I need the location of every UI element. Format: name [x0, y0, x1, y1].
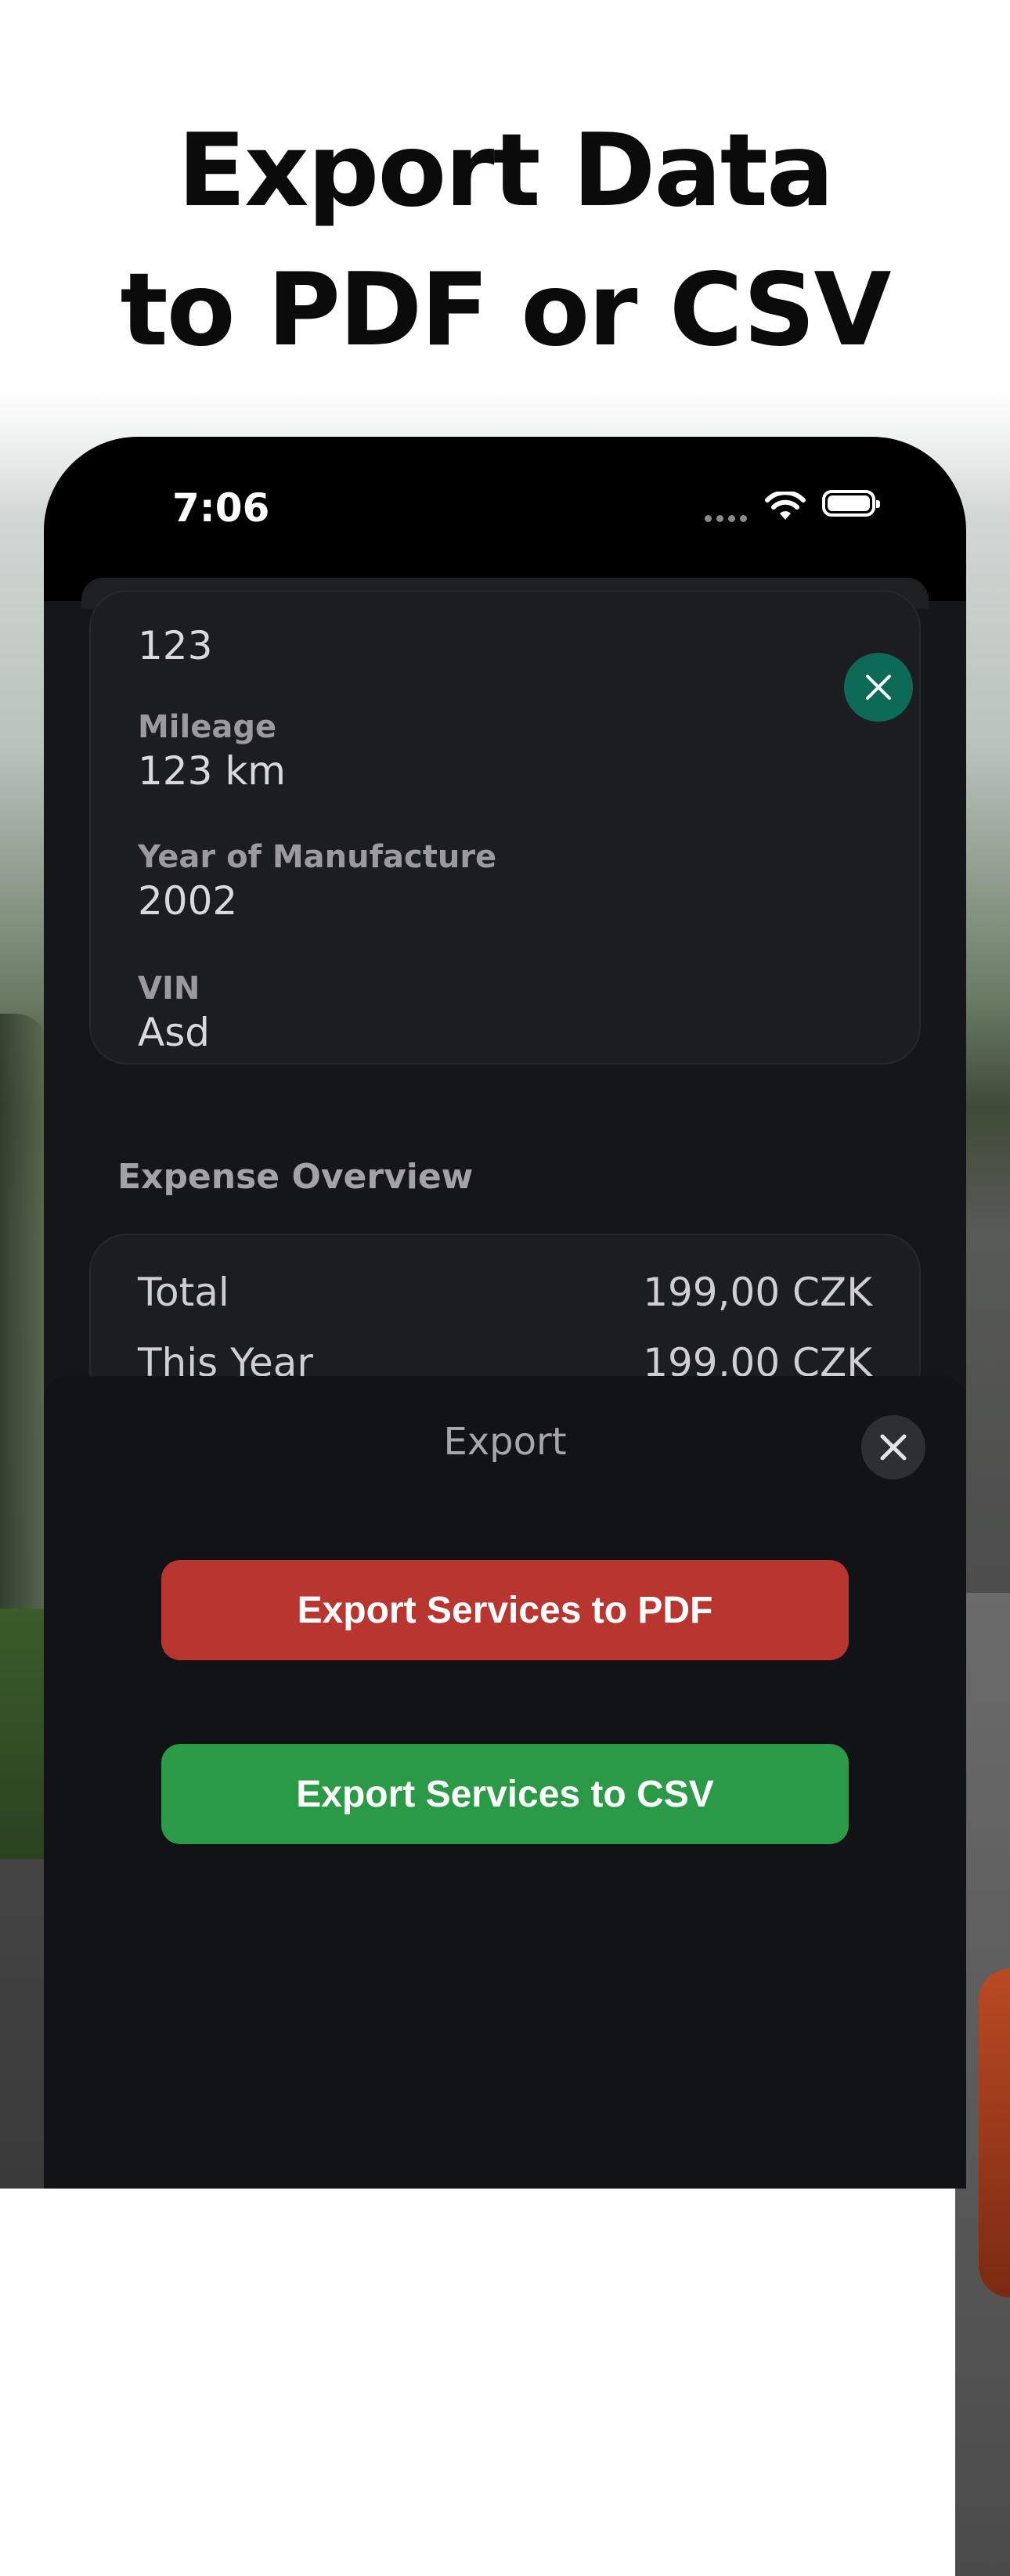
vehicle-details-card: 123 Mileage 123 km Year of Manufacture 2… [89, 590, 921, 1065]
export-sheet-title: Export [443, 1420, 567, 1464]
cellular-dots-icon [705, 515, 747, 522]
export-csv-button[interactable]: Export Services to CSV [161, 1744, 849, 1844]
status-time: 7:06 [172, 485, 270, 531]
export-pdf-button[interactable]: Export Services to PDF [161, 1560, 849, 1660]
expense-label: Total [138, 1270, 229, 1315]
field-mileage: Mileage 123 km [138, 709, 286, 794]
field-label: Mileage [138, 709, 277, 745]
close-icon [880, 1434, 907, 1461]
field-vin: VIN Asd [138, 971, 210, 1055]
headline-line-2: to PDF or CSV [120, 252, 892, 369]
close-icon [866, 675, 891, 700]
close-details-button[interactable] [844, 653, 913, 722]
field-label: VIN [138, 971, 200, 1007]
battery-icon [822, 490, 880, 517]
field-label: Year of Manufacture [138, 839, 497, 875]
promo-headline: Export Data to PDF or CSV [0, 102, 1010, 380]
field-value: 2002 [138, 878, 238, 924]
vehicle-top-value: 123 [138, 623, 213, 668]
headline-line-1: Export Data [177, 113, 835, 229]
field-value: 123 km [138, 748, 286, 794]
field-year: Year of Manufacture 2002 [138, 839, 496, 924]
background-car [979, 1969, 1010, 2297]
expense-value: 199,00 CZK [643, 1270, 872, 1315]
expense-row-total: Total 199,00 CZK [138, 1270, 872, 1315]
export-sheet: Export Export Services to PDF Export Ser… [44, 1376, 966, 2189]
phone-frame: 7:06 123 Mileage 123 km Year of Manufact… [44, 437, 966, 2189]
field-value: Asd [138, 1010, 210, 1055]
close-export-button[interactable] [861, 1415, 925, 1479]
expense-overview-title: Expense Overview [117, 1157, 474, 1197]
wifi-icon [765, 492, 806, 520]
